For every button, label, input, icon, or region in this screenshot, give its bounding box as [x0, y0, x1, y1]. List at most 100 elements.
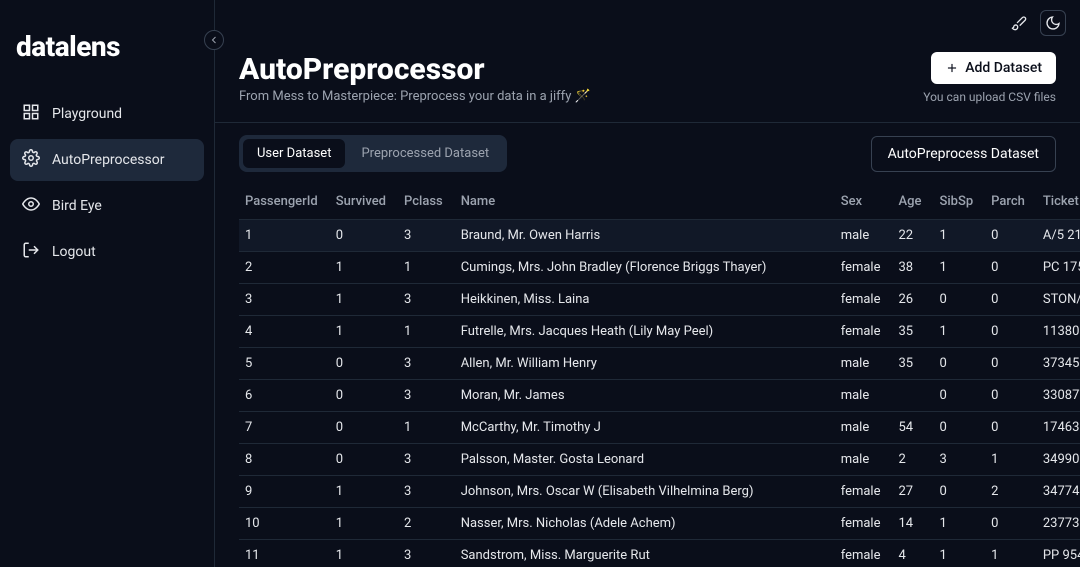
column-header: SibSp — [933, 184, 985, 220]
table-row[interactable]: 1012Nasser, Mrs. Nicholas (Adele Achem)f… — [239, 508, 1080, 540]
column-header: PassengerId — [239, 184, 330, 220]
table-cell: 8 — [239, 444, 330, 476]
table-row[interactable]: 803Palsson, Master. Gosta Leonardmale231… — [239, 444, 1080, 476]
table-cell: 3 — [398, 348, 455, 380]
table-cell: 237736 — [1037, 508, 1080, 540]
page-title: AutoPreprocessor — [239, 52, 591, 87]
table-cell: female — [835, 316, 893, 348]
table-cell: 0 — [933, 284, 985, 316]
sidebar-item-playground[interactable]: Playground — [10, 93, 204, 135]
table-cell: 35 — [893, 348, 934, 380]
table-cell: 4 — [893, 540, 934, 567]
table-row[interactable]: 103Braund, Mr. Owen Harrismale2210A/5 21… — [239, 220, 1080, 252]
sidebar-item-birdeye[interactable]: Bird Eye — [10, 185, 204, 227]
table-row[interactable]: 411Futrelle, Mrs. Jacques Heath (Lily Ma… — [239, 316, 1080, 348]
table-cell: 4 — [239, 316, 330, 348]
column-header: Ticket — [1037, 184, 1080, 220]
theme-toggle-button[interactable] — [1040, 10, 1066, 36]
table-cell: 26 — [893, 284, 934, 316]
table-cell: female — [835, 540, 893, 567]
table-cell: 1 — [398, 252, 455, 284]
nav: Playground AutoPreprocessor Bird Eye Log… — [10, 93, 204, 273]
table-row[interactable]: 603Moran, Mr. Jamesmale00330877 — [239, 380, 1080, 412]
table-cell: 3 — [398, 444, 455, 476]
table-cell: 3 — [398, 220, 455, 252]
column-header: Pclass — [398, 184, 455, 220]
table-cell: 0 — [985, 220, 1037, 252]
dataset-table: PassengerIdSurvivedPclassNameSexAgeSibSp… — [239, 184, 1080, 567]
table-cell: 0 — [933, 348, 985, 380]
table-cell: Nasser, Mrs. Nicholas (Adele Achem) — [455, 508, 835, 540]
sidebar-item-label: Bird Eye — [52, 198, 102, 214]
table-container[interactable]: PassengerIdSurvivedPclassNameSexAgeSibSp… — [215, 184, 1080, 567]
table-row[interactable]: 503Allen, Mr. William Henrymale350037345… — [239, 348, 1080, 380]
table-cell: 0 — [985, 316, 1037, 348]
table-cell: 1 — [985, 444, 1037, 476]
table-cell: Johnson, Mrs. Oscar W (Elisabeth Vilhelm… — [455, 476, 835, 508]
table-row[interactable]: 913Johnson, Mrs. Oscar W (Elisabeth Vilh… — [239, 476, 1080, 508]
column-header: Survived — [330, 184, 398, 220]
table-cell: Palsson, Master. Gosta Leonard — [455, 444, 835, 476]
table-cell: 330877 — [1037, 380, 1080, 412]
table-cell: 1 — [398, 316, 455, 348]
table-cell: 1 — [933, 540, 985, 567]
brush-icon-button[interactable] — [1006, 10, 1032, 36]
table-cell: 1 — [330, 508, 398, 540]
table-cell: Heikkinen, Miss. Laina — [455, 284, 835, 316]
table-cell: female — [835, 476, 893, 508]
table-row[interactable]: 1113Sandstrom, Miss. Marguerite Rutfemal… — [239, 540, 1080, 567]
table-cell: PP 9549 — [1037, 540, 1080, 567]
page-header: AutoPreprocessor From Mess to Masterpiec… — [215, 40, 1080, 123]
sidebar-item-logout[interactable]: Logout — [10, 231, 204, 273]
table-cell: 1 — [330, 540, 398, 567]
table-cell: female — [835, 284, 893, 316]
table-row[interactable]: 701McCarthy, Mr. Timothy Jmale540017463 — [239, 412, 1080, 444]
table-cell: 1 — [933, 316, 985, 348]
collapse-sidebar-button[interactable] — [204, 30, 224, 50]
table-cell: Futrelle, Mrs. Jacques Heath (Lily May P… — [455, 316, 835, 348]
tab-user-dataset[interactable]: User Dataset — [243, 139, 345, 168]
table-cell: 0 — [985, 252, 1037, 284]
table-cell: 2 — [985, 476, 1037, 508]
table-cell: 14 — [893, 508, 934, 540]
tab-preprocessed-dataset[interactable]: Preprocessed Dataset — [347, 139, 503, 168]
sidebar-item-autopreprocessor[interactable]: AutoPreprocessor — [10, 139, 204, 181]
table-cell: 1 — [239, 220, 330, 252]
column-header: Age — [893, 184, 934, 220]
sidebar-item-label: Playground — [52, 106, 122, 122]
table-cell: 3 — [239, 284, 330, 316]
table-cell: 0 — [330, 380, 398, 412]
add-dataset-button[interactable]: Add Dataset — [931, 52, 1056, 84]
table-cell: 3 — [398, 540, 455, 567]
sidebar-item-label: AutoPreprocessor — [52, 152, 164, 168]
table-cell: PC 17599 — [1037, 252, 1080, 284]
autopreprocess-button[interactable]: AutoPreprocess Dataset — [871, 136, 1056, 172]
table-cell: 22 — [893, 220, 934, 252]
logout-icon — [22, 241, 40, 263]
table-cell: STON/O2. 310 — [1037, 284, 1080, 316]
table-cell: 17463 — [1037, 412, 1080, 444]
table-cell: A/5 21171 — [1037, 220, 1080, 252]
dataset-tabs: User Dataset Preprocessed Dataset — [239, 135, 507, 172]
table-cell: 38 — [893, 252, 934, 284]
upload-hint: You can upload CSV files — [923, 90, 1056, 104]
table-row[interactable]: 211Cumings, Mrs. John Bradley (Florence … — [239, 252, 1080, 284]
table-cell: 0 — [985, 380, 1037, 412]
table-cell: 2 — [398, 508, 455, 540]
column-header: Sex — [835, 184, 893, 220]
table-cell: 9 — [239, 476, 330, 508]
table-cell: Moran, Mr. James — [455, 380, 835, 412]
table-cell: 0 — [985, 412, 1037, 444]
table-cell: 0 — [985, 508, 1037, 540]
table-cell: 11 — [239, 540, 330, 567]
table-cell: 0 — [985, 348, 1037, 380]
table-cell: 0 — [330, 444, 398, 476]
column-header: Name — [455, 184, 835, 220]
table-cell: 349909 — [1037, 444, 1080, 476]
table-cell: 0 — [933, 412, 985, 444]
table-cell: 6 — [239, 380, 330, 412]
table-row[interactable]: 313Heikkinen, Miss. Lainafemale2600STON/… — [239, 284, 1080, 316]
table-cell: 373450 — [1037, 348, 1080, 380]
settings-icon — [22, 149, 40, 171]
table-cell: 0 — [933, 476, 985, 508]
